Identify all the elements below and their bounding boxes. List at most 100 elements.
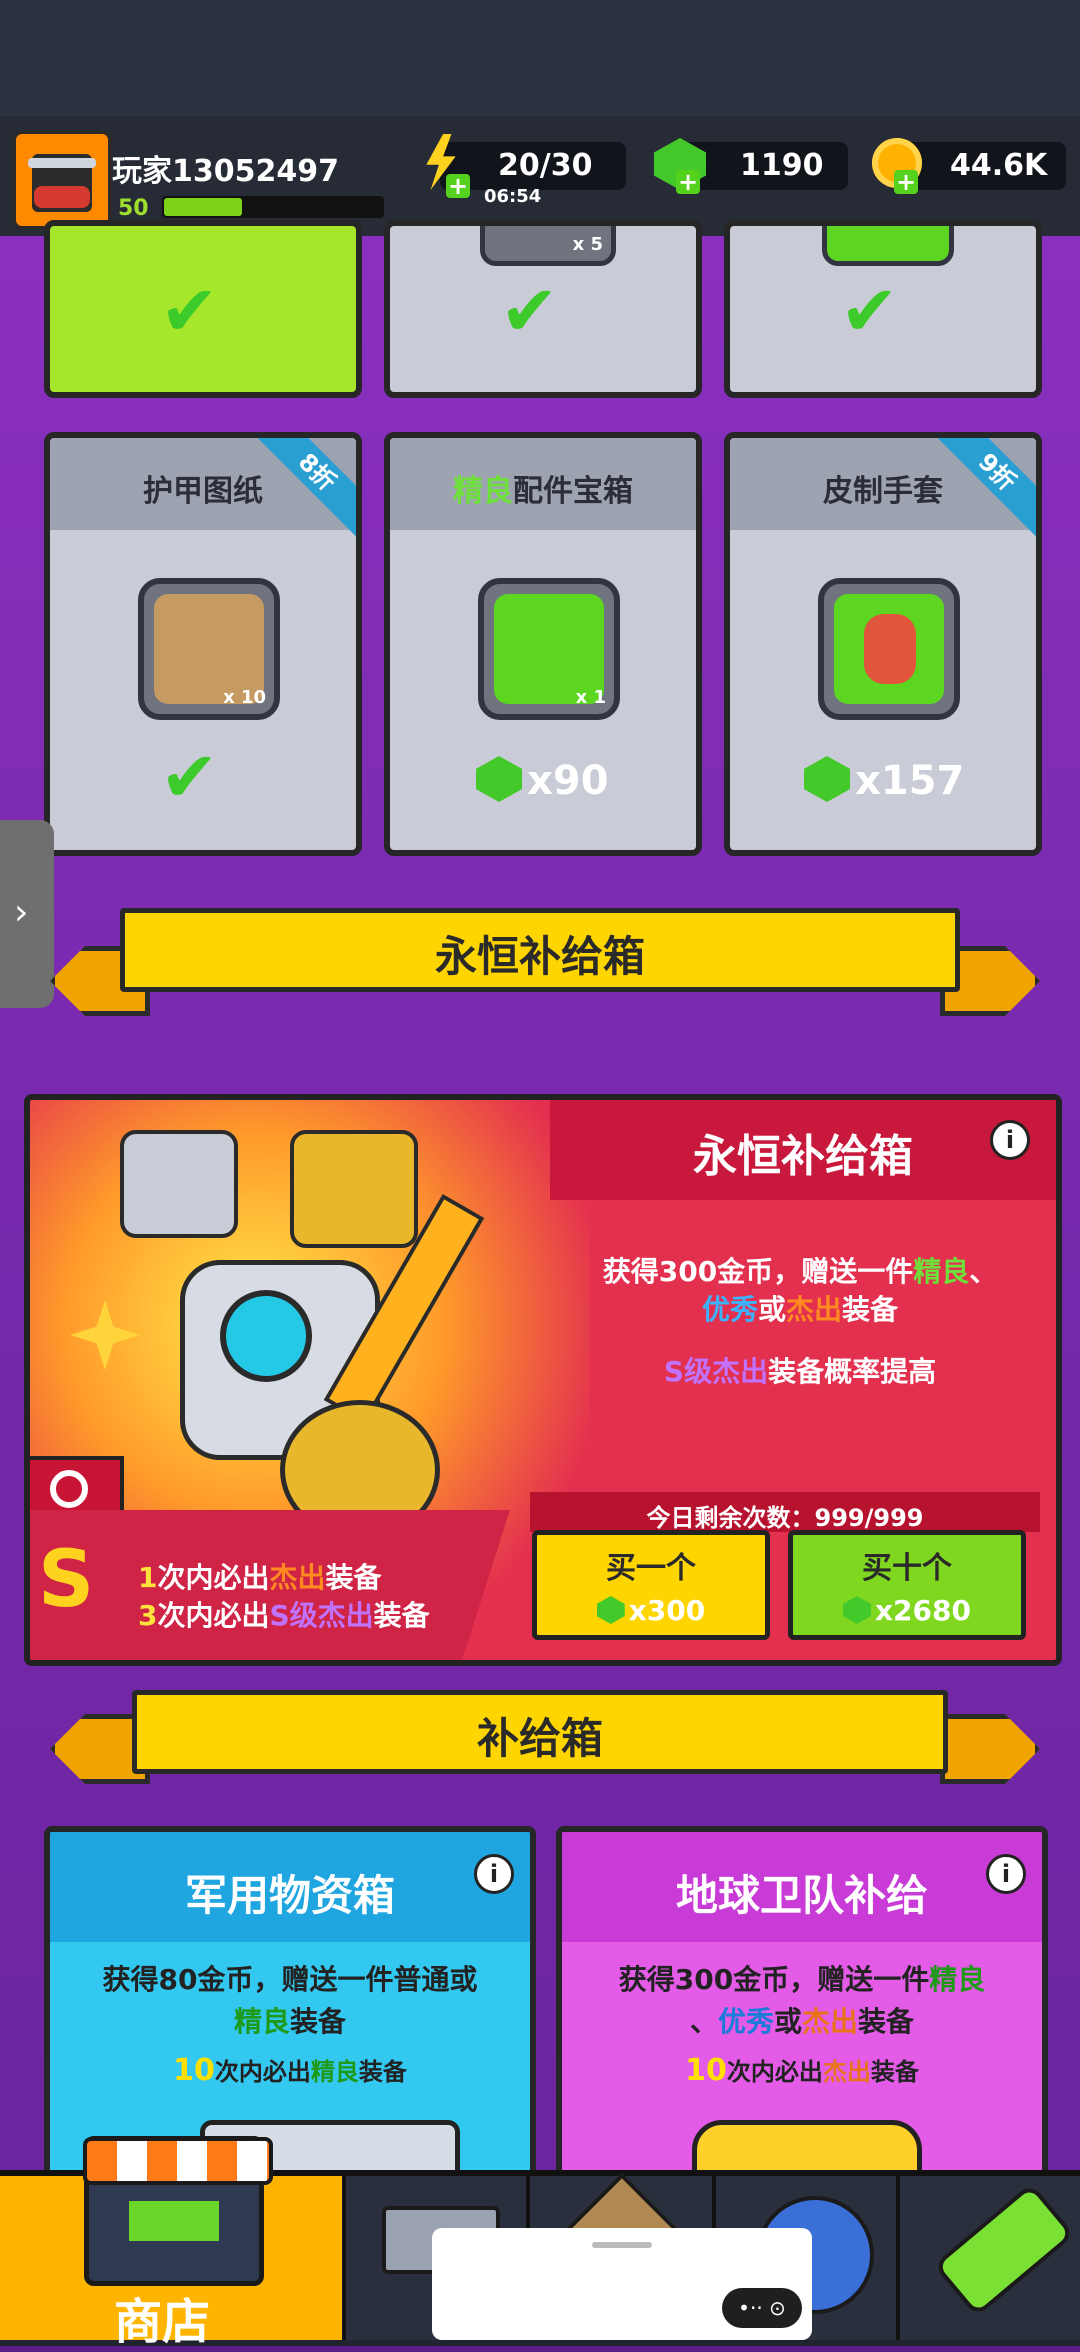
price-value: x157 bbox=[855, 758, 965, 804]
mini-program-capsule[interactable]: •·· ⊙ bbox=[722, 2288, 802, 2328]
status-bar-area bbox=[0, 0, 1080, 116]
glove-shape bbox=[864, 614, 916, 684]
guarantee-line-2: 3次内必出S级杰出装备 bbox=[138, 1594, 430, 1634]
supply-section-banner: 补给箱 bbox=[132, 1690, 948, 1774]
guarantee-text: 装备 bbox=[325, 1561, 382, 1594]
offer-card-accessory-chest[interactable]: 精良配件宝箱 x 1 x90 bbox=[384, 432, 702, 856]
player-level: 50 bbox=[118, 196, 149, 221]
supply-box-earth-guard[interactable]: 地球卫队补给 i 获得300金币，赠送一件精良 、优秀或杰出装备 10次内必出杰… bbox=[556, 1826, 1048, 2198]
nav-tab-shop[interactable]: 商店 bbox=[0, 2136, 342, 2350]
info-icon[interactable]: i bbox=[990, 1120, 1030, 1160]
desc-quality-fine: 精良 bbox=[233, 2005, 290, 2038]
nav-tab-evolution[interactable] bbox=[896, 2176, 1080, 2340]
guarantee-number: 10 bbox=[173, 2053, 215, 2088]
item-icon-frame: x 5 bbox=[480, 226, 616, 266]
price-value: x90 bbox=[527, 758, 609, 804]
guarantee-text: 装备 bbox=[358, 2058, 407, 2086]
player-avatar[interactable] bbox=[12, 130, 112, 230]
eternal-description-line3: S级杰出装备概率提高 bbox=[560, 1350, 1040, 1390]
buy-ten-button[interactable]: 买十个 x2680 bbox=[788, 1530, 1026, 1640]
gauntlet-core bbox=[220, 1290, 312, 1382]
buy-one-label: 买一个 bbox=[606, 1551, 696, 1586]
desc-text: 装备 bbox=[290, 2005, 347, 2038]
item-count: x 10 bbox=[223, 687, 266, 708]
boot-art bbox=[120, 1130, 238, 1238]
floating-overlay-panel[interactable]: •·· ⊙ bbox=[432, 2228, 812, 2340]
avatar-headband bbox=[28, 158, 96, 168]
item-icon-frame: x 1 bbox=[478, 578, 620, 720]
energy-timer: 06:54 bbox=[484, 186, 542, 207]
glove-icon bbox=[834, 594, 944, 704]
guarantee-number: 1 bbox=[138, 1561, 158, 1594]
gem-icon bbox=[476, 756, 522, 802]
star-art bbox=[70, 1300, 140, 1370]
shop-card-top-2[interactable]: x 5 ✔ bbox=[384, 220, 702, 398]
energy-plus-icon[interactable]: + bbox=[446, 174, 470, 198]
guarantee-text: 次内必出 bbox=[726, 2058, 823, 2086]
shop-icon bbox=[83, 2136, 273, 2286]
buy-ten-price-row: x2680 bbox=[793, 1594, 1021, 1627]
desc-text: 、 bbox=[689, 2005, 718, 2038]
coins-plus-icon[interactable]: + bbox=[894, 170, 918, 194]
desc-quality-outstanding: 杰出 bbox=[786, 1293, 843, 1326]
card-title-quality: 精良 bbox=[453, 474, 513, 509]
buy-one-price: x300 bbox=[628, 1594, 706, 1627]
buy-one-price-row: x300 bbox=[537, 1594, 765, 1627]
guarantee-text: 次内必出 bbox=[157, 1599, 270, 1632]
guarantee-line-1: 1次内必出杰出装备 bbox=[138, 1556, 382, 1596]
armor-art bbox=[290, 1130, 418, 1248]
buy-one-button[interactable]: 买一个 x300 bbox=[532, 1530, 770, 1640]
remaining-count: 今日剩余次数：999/999 bbox=[646, 1504, 924, 1532]
guarantee-quality: S级杰出 bbox=[269, 1599, 374, 1632]
offer-card-armor-blueprint[interactable]: 护甲图纸 8折 x 10 ✔ bbox=[44, 432, 362, 856]
desc-text: 、 bbox=[969, 1255, 998, 1288]
card-title: 永恒补给箱 bbox=[693, 1131, 913, 1182]
guarantee-text: 次内必出 bbox=[157, 1561, 270, 1594]
eternal-description-line2: 优秀或杰出装备 bbox=[560, 1288, 1040, 1328]
checkmark-icon: ✔ bbox=[840, 270, 899, 352]
offer-card-leather-gloves[interactable]: 皮制手套 9折 x157 bbox=[724, 432, 1042, 856]
desc-quality-fine: 精良 bbox=[913, 1255, 970, 1288]
supply-desc-line2: 、优秀或杰出装备 bbox=[562, 2000, 1042, 2040]
info-icon[interactable]: i bbox=[986, 1854, 1026, 1894]
player-name: 玩家13052497 bbox=[112, 154, 339, 189]
desc-text: 装备 bbox=[842, 1293, 899, 1326]
info-icon[interactable]: i bbox=[474, 1854, 514, 1894]
supply-guarantee: 10次内必出杰出装备 bbox=[562, 2052, 1042, 2088]
eternal-section-banner: 永恒补给箱 bbox=[120, 908, 960, 992]
guarantee-text: 装备 bbox=[373, 1599, 430, 1632]
card-title-rest: 配件宝箱 bbox=[513, 474, 633, 509]
desc-quality-excellent: 优秀 bbox=[701, 1293, 758, 1326]
gems-plus-icon[interactable]: + bbox=[676, 170, 700, 194]
banner-title: 永恒补给箱 bbox=[434, 932, 645, 981]
supply-desc-line2: 精良装备 bbox=[50, 2000, 530, 2040]
shop-card-top-1[interactable]: ✔ bbox=[44, 220, 362, 398]
supply-desc-line1: 获得80金币，赠送一件普通或 bbox=[102, 1963, 478, 1996]
checkmark-icon: ✔ bbox=[500, 270, 559, 352]
desc-text: 装备概率提高 bbox=[768, 1355, 937, 1388]
dna-capsule-icon bbox=[933, 2182, 1075, 2318]
supply-title: 地球卫队补给 bbox=[675, 1871, 928, 1920]
nav-shop-label: 商店 bbox=[114, 2294, 211, 2350]
desc-quality-fine: 精良 bbox=[929, 1963, 986, 1996]
gem-icon bbox=[804, 756, 850, 802]
guarantee-quality: 精良 bbox=[310, 2058, 359, 2086]
desc-text: 装备 bbox=[858, 2005, 915, 2038]
buy-ten-label: 买十个 bbox=[862, 1551, 952, 1586]
eternal-supply-card: 永恒补给箱 i 获得300金币，赠送一件精良、 优秀或杰出装备 S级杰出装备概率… bbox=[24, 1094, 1062, 1666]
item-icon-frame bbox=[822, 226, 954, 266]
item-count: x 1 bbox=[575, 687, 606, 708]
shop-card-top-3[interactable]: ✔ bbox=[724, 220, 1042, 398]
energy-value: 20/30 bbox=[498, 148, 593, 183]
s-rank-icon: S bbox=[38, 1535, 95, 1625]
shop-window bbox=[129, 2201, 219, 2241]
desc-text: 获得300金币，赠送一件 bbox=[618, 1963, 930, 1996]
side-drawer-tab[interactable]: › bbox=[0, 820, 54, 1008]
gems-value: 1190 bbox=[740, 148, 824, 183]
checkmark-icon: ✔ bbox=[160, 736, 219, 818]
drag-handle[interactable] bbox=[592, 2242, 652, 2248]
desc-quality-excellent: 优秀 bbox=[717, 2005, 774, 2038]
guarantee-number: 3 bbox=[138, 1599, 158, 1632]
price-row: x90 bbox=[476, 756, 609, 804]
awning-icon bbox=[83, 2137, 273, 2185]
